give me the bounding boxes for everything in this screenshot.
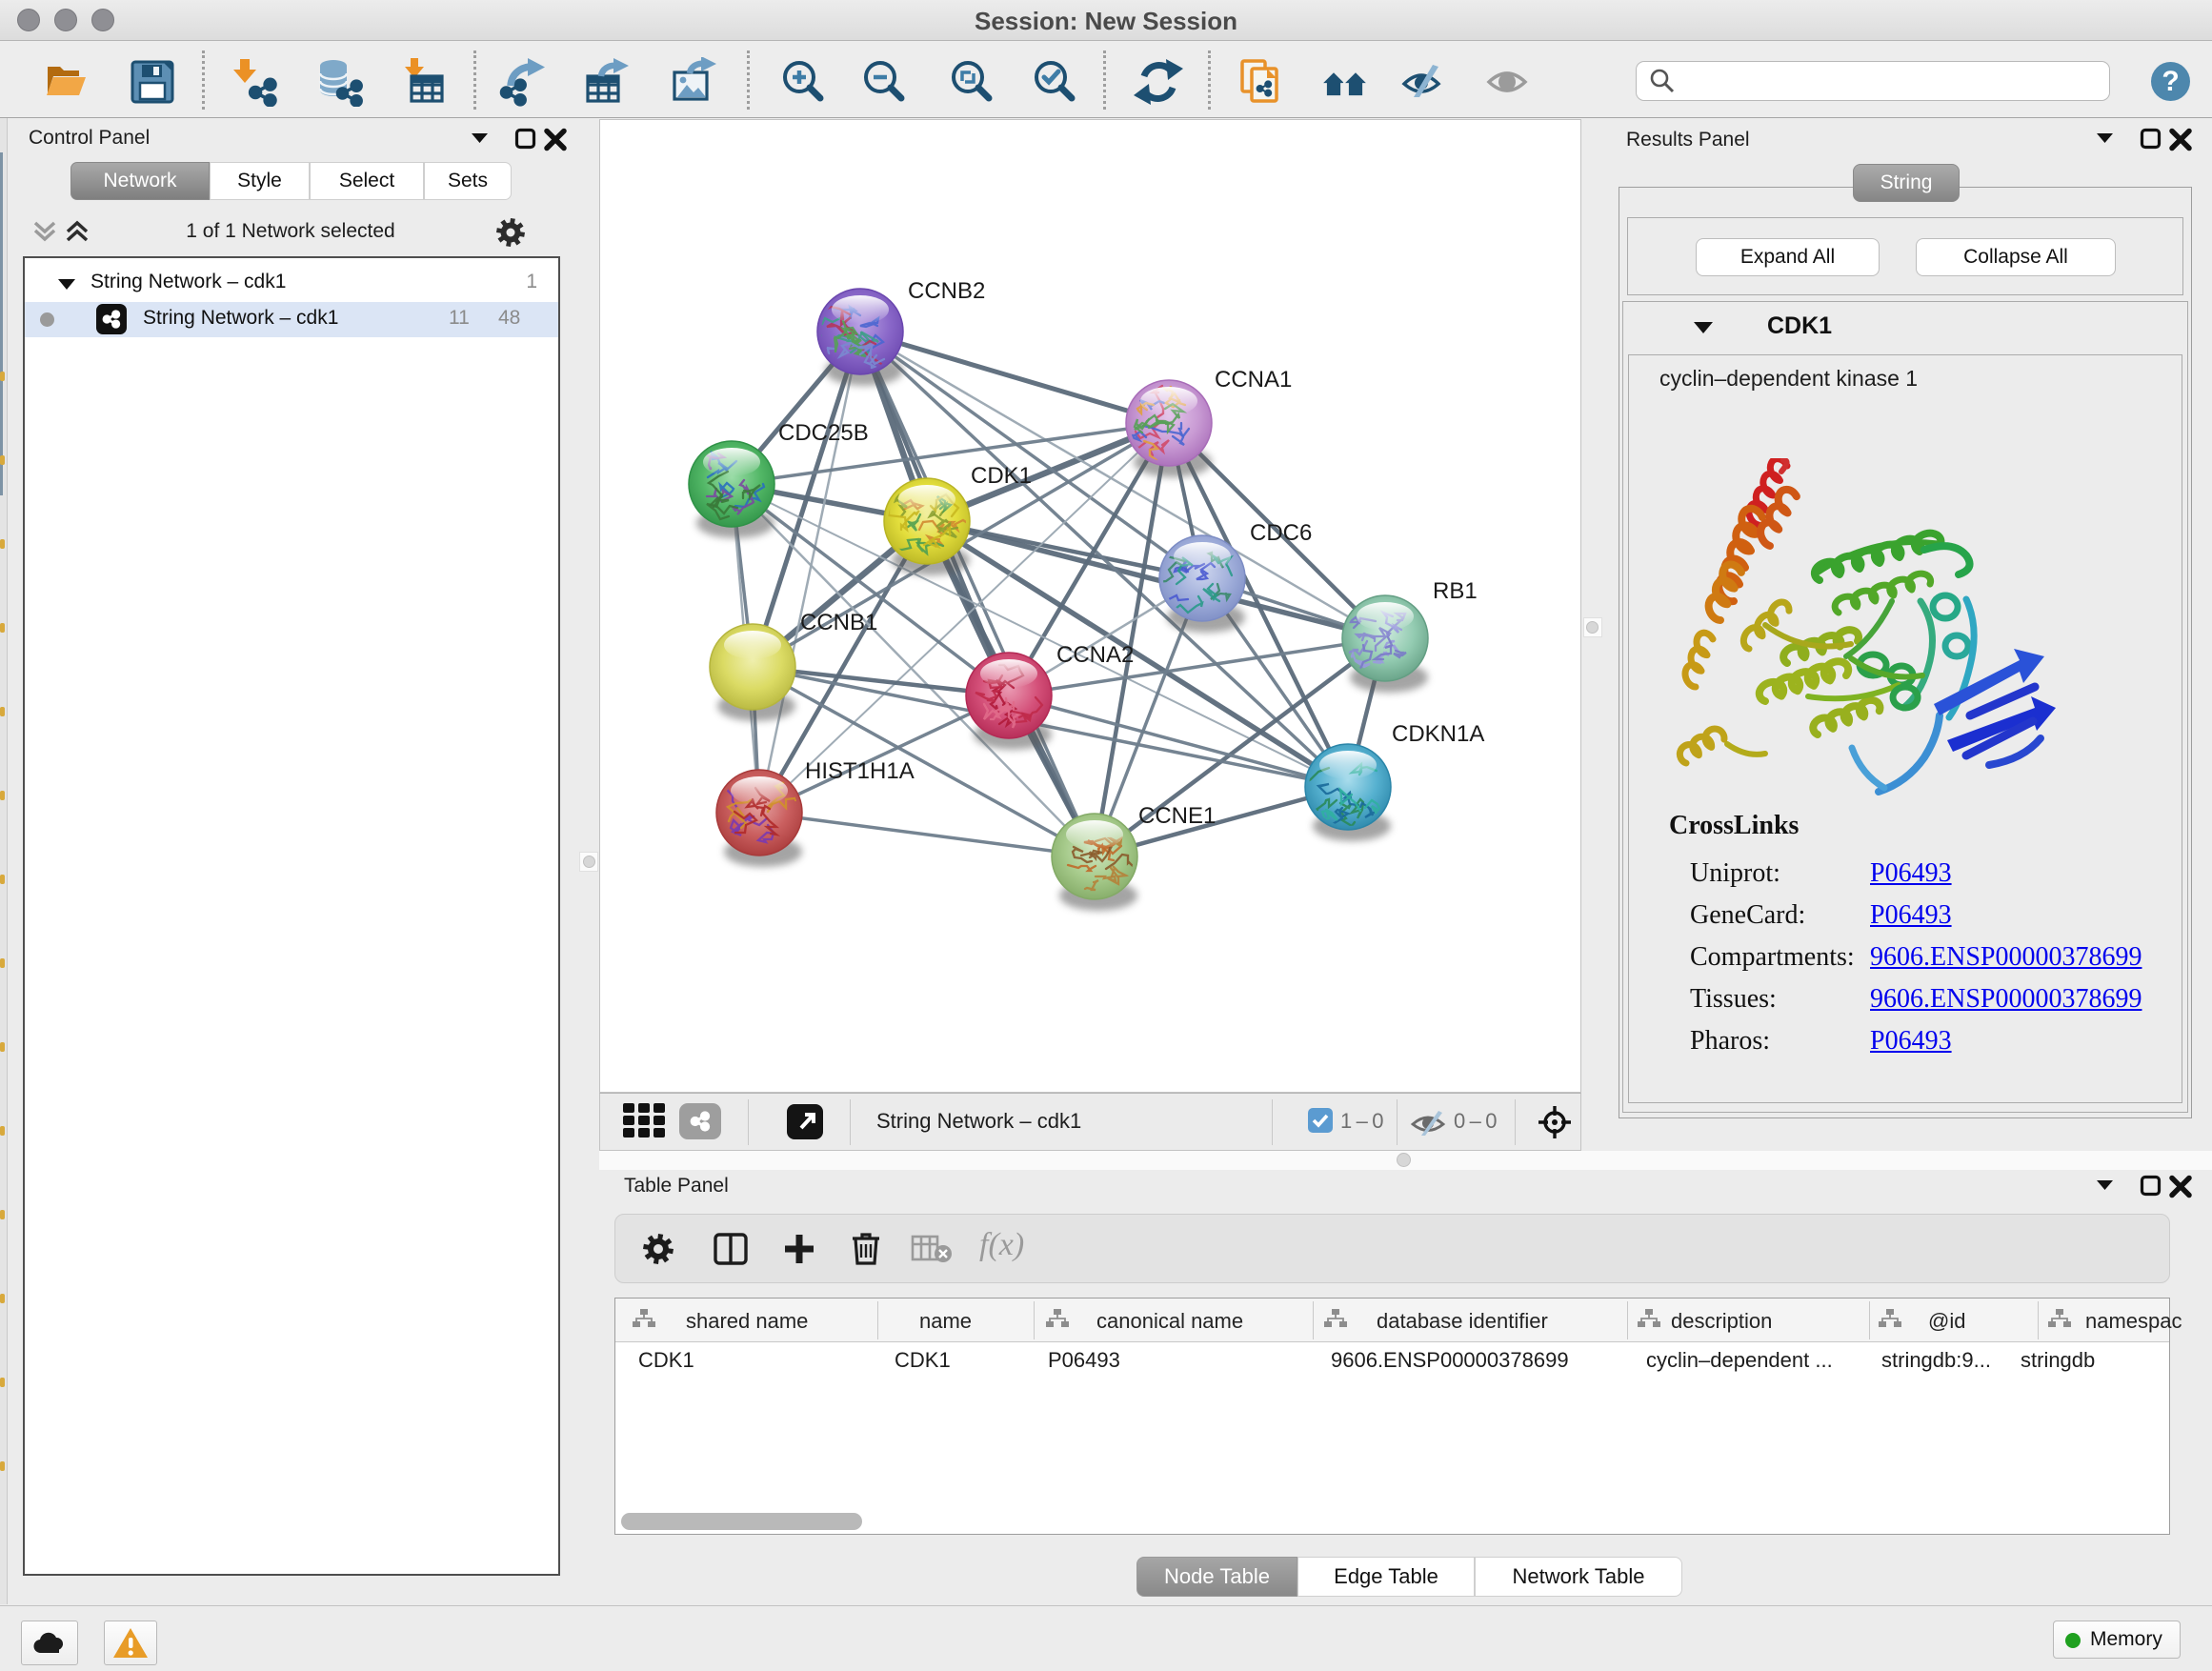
svg-text:CCNB2: CCNB2: [908, 278, 985, 304]
svg-text:CCNA1: CCNA1: [1215, 367, 1292, 393]
svg-text:CCNA2: CCNA2: [1056, 642, 1134, 668]
svg-text:CCNE1: CCNE1: [1138, 803, 1216, 829]
svg-text:CDC25B: CDC25B: [778, 420, 869, 446]
svg-text:CCNB1: CCNB1: [800, 610, 877, 635]
svg-text:CDKN1A: CDKN1A: [1392, 721, 1484, 747]
svg-text:CDK1: CDK1: [971, 463, 1032, 489]
svg-text:HIST1H1A: HIST1H1A: [805, 758, 915, 784]
svg-text:RB1: RB1: [1433, 578, 1478, 604]
svg-text:CDC6: CDC6: [1250, 520, 1312, 546]
